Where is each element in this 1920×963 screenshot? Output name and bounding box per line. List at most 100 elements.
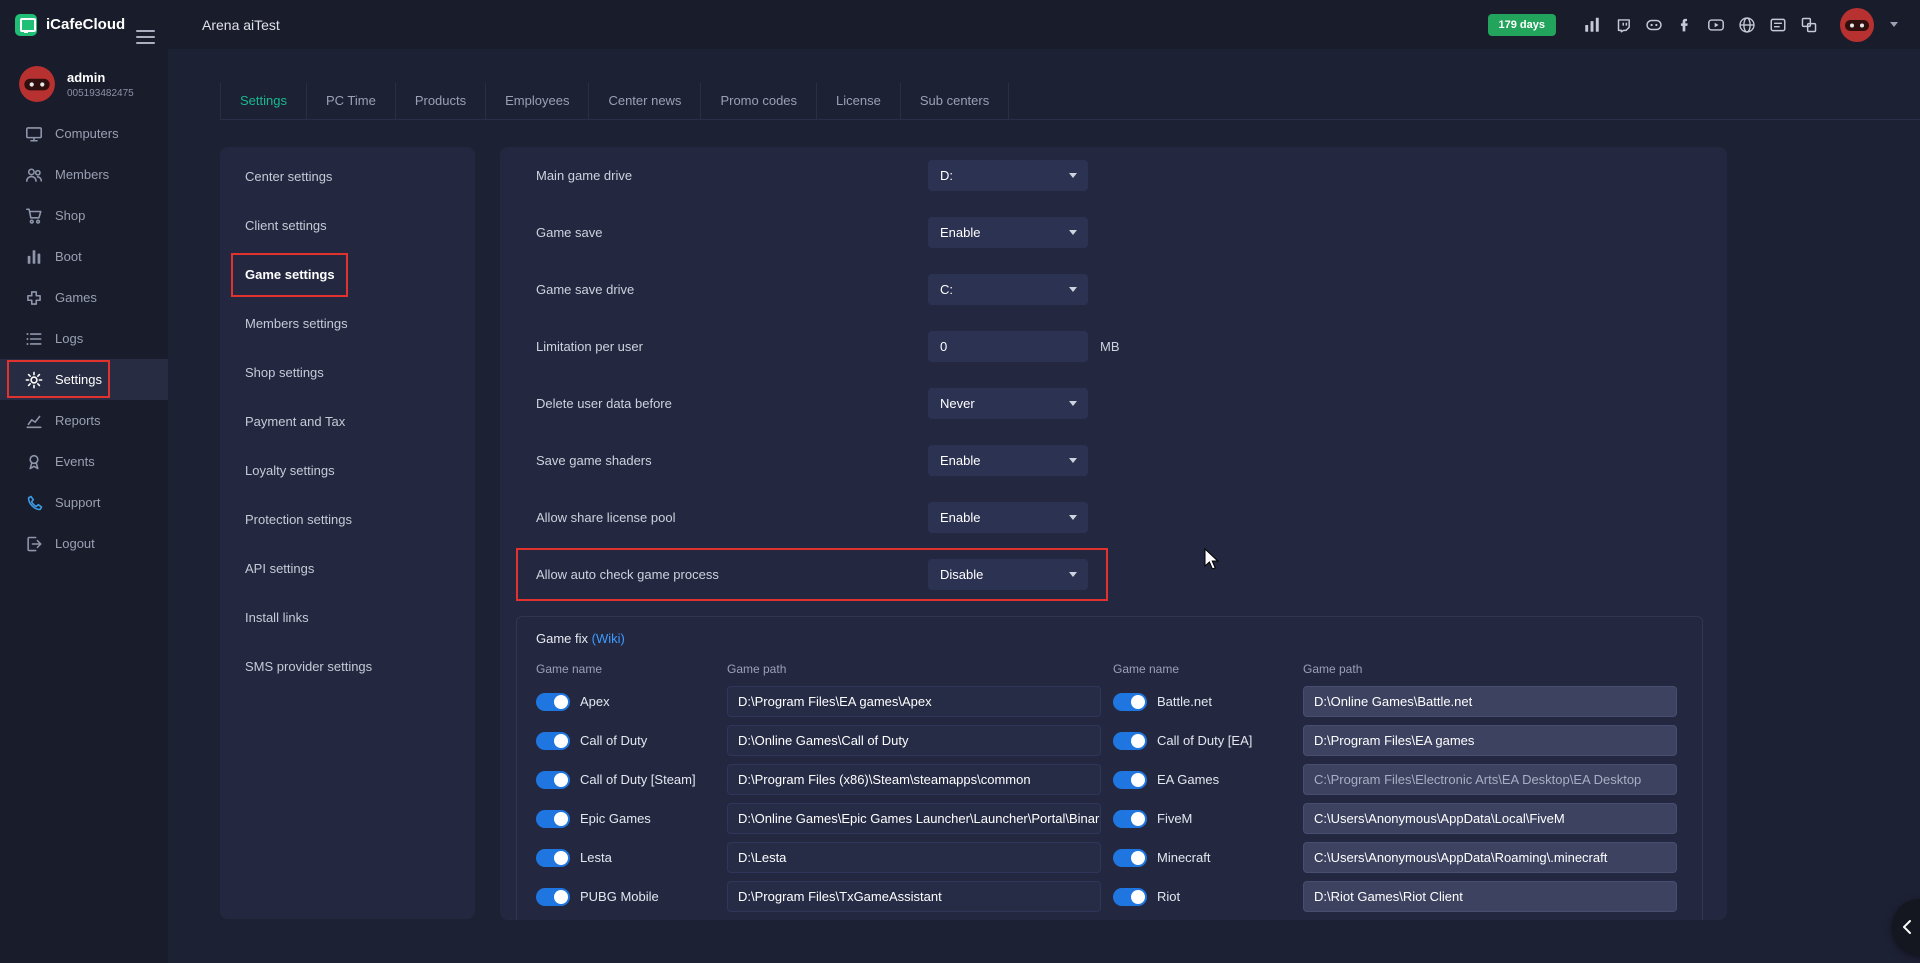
delete-user-data-select[interactable]: Never [928, 388, 1088, 419]
limitation-per-user-input[interactable]: 0 [928, 331, 1088, 362]
game-fix-row: Lesta D:\Lesta Minecraft C:\Users\Anonym… [517, 838, 1702, 877]
list-icon [25, 330, 43, 348]
chevron-down-icon [1069, 173, 1077, 178]
call-of-duty-steam-toggle[interactable] [536, 771, 570, 789]
call-of-duty-ea-toggle[interactable] [1113, 732, 1147, 750]
sidebar: admin 005193482475 Computers Members Sho… [0, 49, 168, 963]
tab-sub-centers[interactable]: Sub centers [900, 83, 1009, 119]
collapse-panel-button[interactable] [1892, 899, 1920, 955]
form-row-game-save: Game save Enable [500, 204, 1727, 261]
settings-nav-sms-provider-settings[interactable]: SMS provider settings [220, 642, 475, 691]
settings-nav-loyalty-settings[interactable]: Loyalty settings [220, 446, 475, 495]
settings-nav-shop-settings[interactable]: Shop settings [220, 348, 475, 397]
sidebar-item-games[interactable]: Games [0, 277, 168, 318]
cart-icon [25, 207, 43, 225]
sidebar-avatar [18, 65, 56, 103]
pubg-mobile-toggle[interactable] [536, 888, 570, 906]
settings-nav-payment-and-tax[interactable]: Payment and Tax [220, 397, 475, 446]
partners-icon[interactable] [1800, 16, 1818, 34]
battlenet-path-input[interactable]: D:\Online Games\Battle.net [1303, 686, 1677, 717]
brand[interactable]: iCafeCloud [0, 14, 168, 36]
epic-games-path-input[interactable]: D:\Online Games\Epic Games Launcher\Laun… [727, 803, 1101, 834]
epic-games-toggle[interactable] [536, 810, 570, 828]
sidebar-item-boot[interactable]: Boot [0, 236, 168, 277]
sidebar-user-id: 005193482475 [67, 88, 134, 99]
settings-nav-api-settings[interactable]: API settings [220, 544, 475, 593]
game-fix-row: PUBG Mobile D:\Program Files\TxGameAssis… [517, 877, 1702, 916]
tab-license[interactable]: License [816, 83, 900, 119]
settings-nav-game-settings[interactable]: Game settings [220, 250, 475, 299]
monitor-icon [25, 125, 43, 143]
tab-employees[interactable]: Employees [485, 83, 588, 119]
call-of-duty-path-input[interactable]: D:\Online Games\Call of Duty [727, 725, 1101, 756]
ea-games-path-input[interactable]: C:\Program Files\Electronic Arts\EA Desk… [1303, 764, 1677, 795]
sidebar-item-support[interactable]: Support [0, 482, 168, 523]
sidebar-item-logout[interactable]: Logout [0, 523, 168, 564]
boot-icon [25, 248, 43, 266]
sidebar-item-settings[interactable]: Settings [0, 359, 168, 400]
logout-icon [25, 535, 43, 553]
call-of-duty-ea-path-input[interactable]: D:\Program Files\EA games [1303, 725, 1677, 756]
form-row-save-game-shaders: Save game shaders Enable [500, 432, 1727, 489]
lesta-path-input[interactable]: D:\Lesta [727, 842, 1101, 873]
phone-icon [25, 494, 43, 512]
license-days-badge[interactable]: 179 days [1488, 14, 1556, 36]
minecraft-toggle[interactable] [1113, 849, 1147, 867]
form-row-main-game-drive: Main game drive D: [500, 147, 1727, 204]
topbar-right: 179 days [1488, 7, 1920, 43]
fivem-toggle[interactable] [1113, 810, 1147, 828]
chevron-down-icon [1069, 401, 1077, 406]
game-settings-panel: Main game drive D: Game save Enable Game… [500, 147, 1727, 920]
settings-nav-client-settings[interactable]: Client settings [220, 201, 475, 250]
tab-settings[interactable]: Settings [220, 83, 306, 119]
docs-icon[interactable] [1769, 16, 1787, 34]
save-game-shaders-select[interactable]: Enable [928, 445, 1088, 476]
tab-products[interactable]: Products [395, 83, 485, 119]
hamburger-menu-icon[interactable] [136, 30, 155, 48]
user-menu-chevron-icon[interactable] [1890, 22, 1898, 27]
sidebar-item-computers[interactable]: Computers [0, 113, 168, 154]
youtube-icon[interactable] [1707, 16, 1725, 34]
sidebar-item-shop[interactable]: Shop [0, 195, 168, 236]
user-avatar[interactable] [1839, 7, 1875, 43]
sidebar-item-logs[interactable]: Logs [0, 318, 168, 359]
fivem-path-input[interactable]: C:\Users\Anonymous\AppData\Local\FiveM [1303, 803, 1677, 834]
game-save-drive-select[interactable]: C: [928, 274, 1088, 305]
globe-icon[interactable] [1738, 16, 1756, 34]
chevron-down-icon [1069, 515, 1077, 520]
sidebar-item-members[interactable]: Members [0, 154, 168, 195]
allow-auto-check-select[interactable]: Disable [928, 559, 1088, 590]
facebook-icon[interactable] [1676, 16, 1694, 34]
lesta-toggle[interactable] [536, 849, 570, 867]
battlenet-toggle[interactable] [1113, 693, 1147, 711]
ea-games-toggle[interactable] [1113, 771, 1147, 789]
tab-promo-codes[interactable]: Promo codes [700, 83, 816, 119]
gear-icon [25, 371, 43, 389]
form-row-limitation-per-user: Limitation per user 0 MB [500, 318, 1727, 375]
call-of-duty-steam-path-input[interactable]: D:\Program Files (x86)\Steam\steamapps\c… [727, 764, 1101, 795]
settings-nav-members-settings[interactable]: Members settings [220, 299, 475, 348]
settings-nav-install-links[interactable]: Install links [220, 593, 475, 642]
riot-path-input[interactable]: D:\Riot Games\Riot Client [1303, 881, 1677, 912]
apex-toggle[interactable] [536, 693, 570, 711]
wiki-link[interactable]: (Wiki) [592, 631, 625, 646]
center-title: Arena aiTest [202, 17, 280, 33]
discord-icon[interactable] [1645, 16, 1663, 34]
call-of-duty-toggle[interactable] [536, 732, 570, 750]
tab-pc-time[interactable]: PC Time [306, 83, 395, 119]
twitch-icon[interactable] [1614, 16, 1632, 34]
pubg-mobile-path-input[interactable]: D:\Program Files\TxGameAssistant [727, 881, 1101, 912]
sidebar-item-events[interactable]: Events [0, 441, 168, 482]
apex-path-input[interactable]: D:\Program Files\EA games\Apex [727, 686, 1101, 717]
allow-share-license-select[interactable]: Enable [928, 502, 1088, 533]
main-game-drive-select[interactable]: D: [928, 160, 1088, 191]
settings-nav-center-settings[interactable]: Center settings [220, 152, 475, 201]
gamepad-icon [25, 289, 43, 307]
sidebar-item-reports[interactable]: Reports [0, 400, 168, 441]
riot-toggle[interactable] [1113, 888, 1147, 906]
stats-icon[interactable] [1583, 16, 1601, 34]
settings-nav-protection-settings[interactable]: Protection settings [220, 495, 475, 544]
game-save-select[interactable]: Enable [928, 217, 1088, 248]
tab-center-news[interactable]: Center news [588, 83, 700, 119]
minecraft-path-input[interactable]: C:\Users\Anonymous\AppData\Roaming\.mine… [1303, 842, 1677, 873]
